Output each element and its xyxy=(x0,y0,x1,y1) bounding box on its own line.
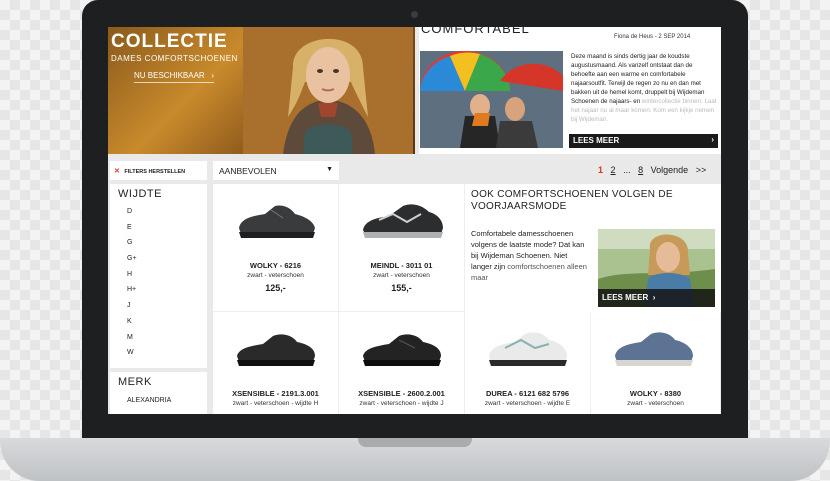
width-option[interactable]: H xyxy=(127,271,137,287)
blog-meta: Fiona de Heus - 2 SEP 2014 xyxy=(614,34,691,40)
product-desc: zwart - veterschoen - wijdte J xyxy=(359,400,444,407)
product-desc: zwart - veterschoen xyxy=(373,272,430,279)
promo-read-more-button[interactable]: LEES MEER › xyxy=(598,289,715,307)
camera-icon xyxy=(411,11,418,18)
product-desc: zwart - veterschoen - wijdte E xyxy=(484,400,571,407)
product-card[interactable]: MEINDL - 3011 01 zwart - veterschoen 155… xyxy=(339,184,465,312)
product-name: MEINDL - 3011 01 xyxy=(370,261,433,270)
hero-cta-link[interactable]: NU BESCHIKBAAR › xyxy=(134,71,215,83)
width-option[interactable]: H+ xyxy=(127,286,137,302)
chevron-right-icon: › xyxy=(650,293,656,302)
product-desc: zwart - veterschoen xyxy=(247,272,304,279)
width-option[interactable]: G xyxy=(127,239,137,255)
shoe-image-icon xyxy=(363,204,443,238)
hero-cta-label: NU BESCHIKBAAR xyxy=(134,71,205,80)
model-portrait-icon xyxy=(243,27,413,154)
width-option[interactable]: J xyxy=(127,302,137,318)
chevron-right-icon: › xyxy=(206,71,215,80)
blog-read-more-button[interactable]: LEES MEER › xyxy=(569,134,718,148)
product-price: 155,- xyxy=(391,283,412,293)
sort-dropdown[interactable]: AANBEVOLEN ▼ xyxy=(213,161,339,180)
hero-subtitle: DAMES COMFORTSCHOENEN xyxy=(111,54,238,63)
product-name: WOLKY - 6216 xyxy=(249,261,302,270)
sort-value: AANBEVOLEN xyxy=(219,166,277,176)
shoe-image-icon xyxy=(489,332,567,366)
product-price: 125,- xyxy=(265,283,286,293)
product-card[interactable]: DUREA - 6121 682 5796 zwart - veterschoe… xyxy=(465,312,591,414)
product-grid: WOLKY - 6216 zwart - veterschoen 125,- M… xyxy=(213,184,721,414)
blog-panel: COMFORTABEL Fiona de Heus - 2 SEP 2014 D… xyxy=(419,27,721,154)
promo-text: Comfortabele damesschoenen volgens de la… xyxy=(471,228,589,283)
page-ellipsis: ... xyxy=(623,165,631,175)
width-filter-heading: WIJDTE xyxy=(118,188,162,200)
product-desc: zwart - veterschoen - wijdte H xyxy=(232,400,319,407)
width-filter-list: D E G G+ H H+ J K M W xyxy=(127,208,137,365)
product-name: XSENSIBLE - 2600.2.001 xyxy=(358,389,445,398)
shoe-image-icon xyxy=(237,334,315,366)
promo-title: OOK COMFORTSCHOENEN VOLGEN DE VOORJAARSM… xyxy=(471,189,673,212)
blog-text: Deze maand is sinds dertig jaar de kouds… xyxy=(571,52,717,124)
product-name: DUREA - 6121 682 5796 xyxy=(485,389,570,398)
product-name: XSENSIBLE - 2191.3.001 xyxy=(232,389,319,398)
chevron-down-icon: ▼ xyxy=(326,166,333,173)
laptop-notch xyxy=(358,438,472,447)
brand-option[interactable]: ALEXANDRIA xyxy=(127,397,171,404)
chevron-right-icon: › xyxy=(711,135,714,144)
shoe-image-icon xyxy=(363,334,441,366)
web-page: COLLECTIE DAMES COMFORTSCHOENEN NU BESCH… xyxy=(108,27,721,414)
product-card[interactable]: WOLKY - 8380 zwart - veterschoen xyxy=(591,312,721,414)
product-name: WOLKY - 8380 xyxy=(629,389,682,398)
page-next-arrows[interactable]: >> xyxy=(696,165,707,175)
laptop-base xyxy=(0,438,830,481)
hero-title: COLLECTIE xyxy=(111,31,228,52)
width-option[interactable]: D xyxy=(127,208,137,224)
shoe-image-icon xyxy=(615,332,693,366)
product-card[interactable]: WOLKY - 6216 zwart - veterschoen 125,- xyxy=(213,184,339,312)
brand-filter: MERK ALEXANDRIA xyxy=(110,372,207,414)
promo-panel: OOK COMFORTSCHOENEN VOLGEN DE VOORJAARSM… xyxy=(465,184,721,312)
promo-read-more-label: LEES MEER xyxy=(602,293,649,302)
width-option[interactable]: M xyxy=(127,334,137,350)
shoe-image-icon xyxy=(239,205,315,238)
product-desc: zwart - veterschoen xyxy=(627,400,684,407)
width-option[interactable]: G+ xyxy=(127,255,137,271)
close-icon: ✕ xyxy=(114,168,120,175)
page-link-last[interactable]: 8 xyxy=(638,165,643,175)
product-card[interactable]: XSENSIBLE - 2191.3.001 zwart - veterscho… xyxy=(213,312,339,414)
width-option[interactable]: K xyxy=(127,318,137,334)
umbrella-couple-photo-icon xyxy=(420,51,563,148)
pagination: 1 2 ... 8 Volgende >> xyxy=(598,165,711,175)
page-link-2[interactable]: 2 xyxy=(611,165,616,175)
page-current[interactable]: 1 xyxy=(598,165,603,175)
blog-title: COMFORTABEL xyxy=(421,27,530,36)
width-option[interactable]: W xyxy=(127,349,137,365)
blog-read-more-label: LEES MEER xyxy=(573,136,620,145)
filters-reset-label: FILTERS HERSTELLEN xyxy=(124,169,186,175)
width-option[interactable]: E xyxy=(127,224,137,240)
hero-banner[interactable]: COLLECTIE DAMES COMFORTSCHOENEN NU BESCH… xyxy=(108,27,415,154)
width-filter: WIJDTE D E G G+ H H+ J K M W xyxy=(110,184,207,368)
filters-reset-button[interactable]: ✕ FILTERS HERSTELLEN xyxy=(110,161,207,180)
product-card[interactable]: XSENSIBLE - 2600.2.001 zwart - veterscho… xyxy=(339,312,465,414)
brand-filter-heading: MERK xyxy=(118,376,152,388)
page-next-link[interactable]: Volgende xyxy=(651,165,689,175)
